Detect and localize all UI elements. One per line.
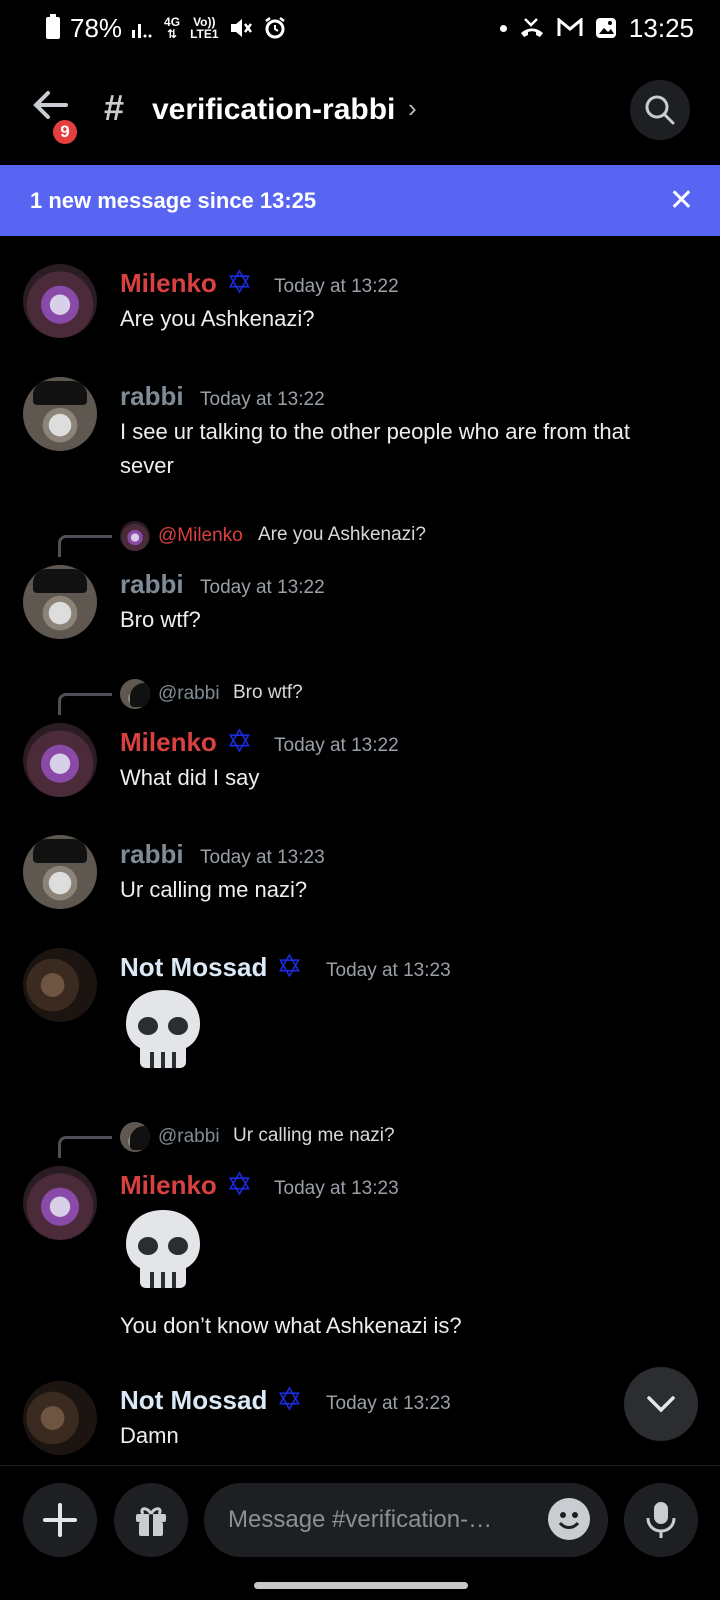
star-of-david-icon: ✡	[226, 723, 253, 759]
gift-button[interactable]	[114, 1483, 188, 1557]
emoji-icon	[558, 1512, 580, 1529]
reply-avatar	[120, 679, 150, 709]
message-input-placeholder: Message #verification-…	[228, 1506, 493, 1533]
timestamp: Today at 13:22	[274, 276, 399, 297]
avatar[interactable]	[23, 1166, 97, 1240]
avatar[interactable]	[23, 377, 97, 451]
composer-bar: Message #verification-…	[0, 1465, 720, 1565]
gmail-icon	[557, 18, 583, 36]
author-name[interactable]: Milenko	[120, 1170, 217, 1201]
reply-connector	[58, 535, 112, 557]
new-messages-banner[interactable]: 1 new message since 13:25 ✕	[0, 165, 720, 236]
search-button[interactable]	[630, 80, 690, 140]
microphone-icon	[646, 1502, 676, 1538]
timestamp: Today at 13:23	[274, 1178, 399, 1199]
message-text: Damn	[120, 1423, 179, 1448]
timestamp: Today at 13:23	[326, 1393, 451, 1414]
search-icon	[645, 95, 675, 125]
star-of-david-icon: ✡	[226, 1166, 253, 1202]
timestamp: Today at 13:22	[200, 389, 325, 410]
chevron-down-icon	[647, 1396, 675, 1413]
author-name[interactable]: Not Mossad	[120, 1385, 267, 1416]
reply-avatar	[120, 1122, 150, 1152]
skull-icon	[126, 1210, 200, 1288]
signal-icon	[132, 24, 152, 38]
timestamp: Today at 13:23	[326, 960, 451, 981]
star-of-david-icon: ✡	[276, 948, 303, 984]
reply-connector	[58, 1136, 112, 1158]
clock: 13:25	[628, 12, 694, 43]
channel-header: 9 # verification-rabbi ›	[0, 75, 720, 155]
star-of-david-icon: ✡	[276, 1381, 303, 1417]
message-item[interactable]: rabbi Today at 13:23 Ur calling me nazi?	[0, 835, 720, 915]
new-messages-text: 1 new message since 13:25	[30, 187, 317, 213]
message-item[interactable]: Milenko ✡ Today at 13:22 Are you Ashkena…	[0, 264, 720, 344]
home-indicator[interactable]	[254, 1582, 468, 1589]
unread-badge: 9	[50, 117, 80, 147]
avatar[interactable]	[23, 835, 97, 909]
reply-mention: @rabbi	[158, 1126, 220, 1147]
message-item[interactable]: Milenko ✡ Today at 13:22 What did I say	[0, 723, 720, 803]
message-item[interactable]: Milenko ✡ Today at 13:23 You don’t know …	[0, 1166, 720, 1346]
avatar[interactable]	[23, 1381, 97, 1455]
author-name[interactable]: rabbi	[120, 839, 184, 870]
author-name[interactable]: rabbi	[120, 569, 184, 600]
emoji-button[interactable]	[548, 1498, 590, 1540]
message-text: You don’t know what Ashkenazi is?	[120, 1313, 462, 1338]
message-item[interactable]: Not Mossad ✡ Today at 13:23 Damn	[0, 1381, 720, 1461]
message-item[interactable]: Not Mossad ✡ Today at 13:23	[0, 948, 720, 1078]
star-of-david-icon: ✡	[226, 264, 253, 300]
reply-text: Are you Ashkenazi?	[258, 524, 426, 545]
close-icon[interactable]: ✕	[669, 183, 694, 218]
message-text: What did I say	[120, 765, 260, 790]
author-name[interactable]: Milenko	[120, 268, 217, 299]
jump-to-bottom-button[interactable]	[624, 1367, 698, 1441]
reply-preview[interactable]: @rabbi Bro wtf?	[0, 679, 720, 715]
avatar[interactable]	[23, 723, 97, 797]
reply-connector	[58, 693, 112, 715]
avatar[interactable]	[23, 565, 97, 639]
author-name[interactable]: Not Mossad	[120, 952, 267, 983]
channel-title[interactable]: verification-rabbi	[152, 93, 395, 127]
message-item[interactable]: rabbi Today at 13:22 I see ur talking to…	[0, 377, 720, 487]
author-name[interactable]: rabbi	[120, 381, 184, 412]
reply-preview[interactable]: @Milenko Are you Ashkenazi?	[0, 521, 720, 557]
add-attachment-button[interactable]	[23, 1483, 97, 1557]
gift-icon	[136, 1507, 166, 1536]
battery-icon	[46, 14, 60, 39]
missed-call-icon	[520, 18, 543, 37]
timestamp: Today at 13:22	[274, 735, 399, 756]
notification-dot-icon	[499, 24, 507, 32]
reply-preview[interactable]: @rabbi Ur calling me nazi?	[0, 1122, 720, 1158]
message-text: Are you Ashkenazi?	[120, 306, 315, 331]
plus-icon	[43, 1503, 77, 1537]
reply-text: Bro wtf?	[233, 682, 303, 703]
avatar[interactable]	[23, 948, 97, 1022]
battery-level: 78%	[70, 12, 123, 43]
timestamp: Today at 13:22	[200, 577, 325, 598]
author-name[interactable]: Milenko	[120, 727, 217, 758]
message-text: Ur calling me nazi?	[120, 877, 308, 902]
chevron-right-icon[interactable]: ›	[408, 93, 417, 124]
volte-indicator: Vo)) LTE1	[190, 15, 219, 41]
message-text: Bro wtf?	[120, 607, 201, 632]
mute-icon	[230, 19, 252, 37]
skull-icon	[126, 990, 200, 1068]
timestamp: Today at 13:23	[200, 847, 325, 868]
channel-hash-lock-icon: #	[104, 87, 125, 128]
avatar[interactable]	[23, 264, 97, 338]
status-bar: 78% 4G ⇅ Vo)) LTE1 13:25	[0, 0, 720, 56]
gallery-icon	[595, 18, 616, 38]
reply-mention: @Milenko	[158, 525, 243, 546]
reply-mention: @rabbi	[158, 683, 220, 704]
message-item[interactable]: rabbi Today at 13:22 Bro wtf?	[0, 565, 720, 645]
reply-avatar	[120, 521, 150, 551]
network-type: 4G ⇅	[164, 15, 181, 41]
voice-message-button[interactable]	[624, 1483, 698, 1557]
reply-text: Ur calling me nazi?	[233, 1125, 395, 1146]
message-text: I see ur talking to the other people who…	[120, 419, 630, 478]
alarm-icon	[264, 17, 285, 39]
